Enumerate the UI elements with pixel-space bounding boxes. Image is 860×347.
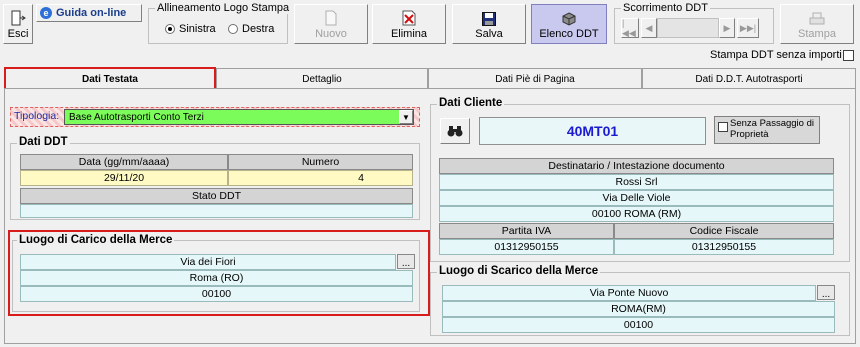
number-field[interactable]: 4 [228, 170, 413, 186]
print-label: Stampa [798, 28, 836, 40]
no-transfer-box: Senza Passaggio di Proprietà [714, 116, 820, 144]
client-cf[interactable]: 01312950155 [614, 239, 834, 255]
scarico-cap[interactable]: 00100 [442, 317, 835, 333]
date-field[interactable]: 29/11/20 [20, 170, 228, 186]
last-record-button[interactable]: ▶▶| [737, 18, 759, 38]
ddt-list-label: Elenco DDT [539, 28, 599, 40]
exit-button[interactable]: Esci [3, 4, 33, 44]
carico-highlight [8, 230, 430, 316]
tab-dettaglio[interactable]: Dettaglio [216, 68, 428, 89]
online-guide-label: Guida on-line [56, 7, 127, 19]
previous-record-button[interactable]: ◀ [641, 18, 657, 38]
client-code[interactable]: 40MT01 [479, 117, 706, 145]
radio-left-label: Sinistra [179, 23, 216, 35]
ellipsis-icon: ... [821, 289, 831, 300]
delete-label: Elimina [390, 28, 428, 40]
next-record-button[interactable]: ▶ [719, 18, 735, 38]
tab-dati-pie-pagina[interactable]: Dati Piè di Pagina [428, 68, 642, 89]
client-piva[interactable]: 01312950155 [439, 239, 614, 255]
radio-right-indicator [228, 24, 238, 34]
scarico-title: Luogo di Scarico della Merce [437, 265, 601, 277]
scarico-city[interactable]: ROMA(RM) [442, 301, 835, 317]
tab-dati-ddt-autotrasporti[interactable]: Dati D.D.T. Autotrasporti [642, 68, 856, 89]
first-record-button[interactable]: |◀◀ [621, 18, 639, 38]
tipologia-value: Base Autotrasporti Conto Terzi [69, 111, 204, 123]
previous-icon: ◀ [645, 22, 653, 33]
online-guide-button[interactable]: e Guida on-line [36, 4, 142, 22]
cliente-title: Dati Cliente [437, 97, 505, 109]
record-scrollbar-track[interactable] [657, 18, 719, 38]
delete-button[interactable]: Elimina [372, 4, 446, 44]
last-icon: ▶▶| [739, 22, 757, 33]
state-field[interactable] [20, 204, 413, 218]
client-address[interactable]: Via Delle Viole [439, 190, 834, 206]
save-button[interactable]: Salva [452, 4, 526, 44]
cf-header: Codice Fiscale [614, 223, 834, 239]
new-button[interactable]: Nuovo [294, 4, 368, 44]
radio-left[interactable]: Sinistra [165, 23, 216, 35]
tab-label: Dati D.D.T. Autotrasporti [695, 73, 803, 85]
piva-header: Partita IVA [439, 223, 614, 239]
scarico-address[interactable]: Via Ponte Nuovo [442, 285, 816, 301]
logo-align-title: Allineamento Logo Stampa [155, 2, 292, 14]
save-label: Salva [475, 28, 503, 40]
radio-right-label: Destra [242, 23, 275, 35]
tab-label: Dati Piè di Pagina [495, 73, 575, 85]
tipologia-dropdown-button[interactable]: ▼ [399, 110, 413, 124]
ddt-scroll-group: Scorrimento DDT |◀◀ ◀ ▶ ▶▶| [614, 2, 774, 44]
number-header: Numero [228, 154, 413, 170]
exit-icon [11, 10, 26, 26]
new-label: Nuovo [315, 28, 347, 40]
package-icon [562, 12, 576, 26]
printer-icon [809, 12, 825, 25]
binoculars-icon [447, 126, 463, 137]
no-transfer-checkbox[interactable] [718, 122, 728, 132]
logo-align-group: Allineamento Logo Stampa Sinistra Destra [148, 2, 292, 44]
tab-label: Dettaglio [302, 73, 342, 85]
tipologia-label: Tipologia: [14, 110, 60, 122]
client-search-button[interactable] [440, 118, 470, 144]
ie-icon: e [40, 7, 52, 19]
exit-label: Esci [7, 28, 29, 40]
new-document-icon [325, 10, 337, 26]
tipologia-select[interactable]: Base Autotrasporti Conto Terzi [64, 109, 414, 125]
ddt-list-button[interactable]: Elenco DDT [531, 4, 607, 44]
radio-right[interactable]: Destra [228, 23, 274, 35]
chevron-down-icon: ▼ [402, 112, 410, 122]
delete-icon [402, 10, 416, 26]
radio-left-indicator [165, 24, 175, 34]
no-transfer-label: Senza Passaggio di Proprietà [730, 118, 814, 140]
dest-header: Destinatario / Intestazione documento [439, 158, 834, 174]
next-icon: ▶ [723, 22, 731, 33]
dati-ddt-title: Dati DDT [17, 136, 70, 148]
floppy-disk-icon [482, 12, 496, 26]
first-icon: |◀◀ [622, 17, 636, 38]
scarico-lookup-button[interactable]: ... [817, 285, 835, 300]
client-name[interactable]: Rossi Srl [439, 174, 834, 190]
client-city[interactable]: 00100 ROMA (RM) [439, 206, 834, 222]
print-no-amounts-checkbox[interactable] [843, 50, 854, 61]
print-no-amounts-label: Stampa DDT senza importi [710, 49, 842, 61]
print-button[interactable]: Stampa [780, 4, 854, 44]
ddt-scroll-title: Scorrimento DDT [621, 2, 710, 14]
state-header: Stato DDT [20, 188, 413, 204]
date-header: Data (gg/mm/aaaa) [20, 154, 228, 170]
